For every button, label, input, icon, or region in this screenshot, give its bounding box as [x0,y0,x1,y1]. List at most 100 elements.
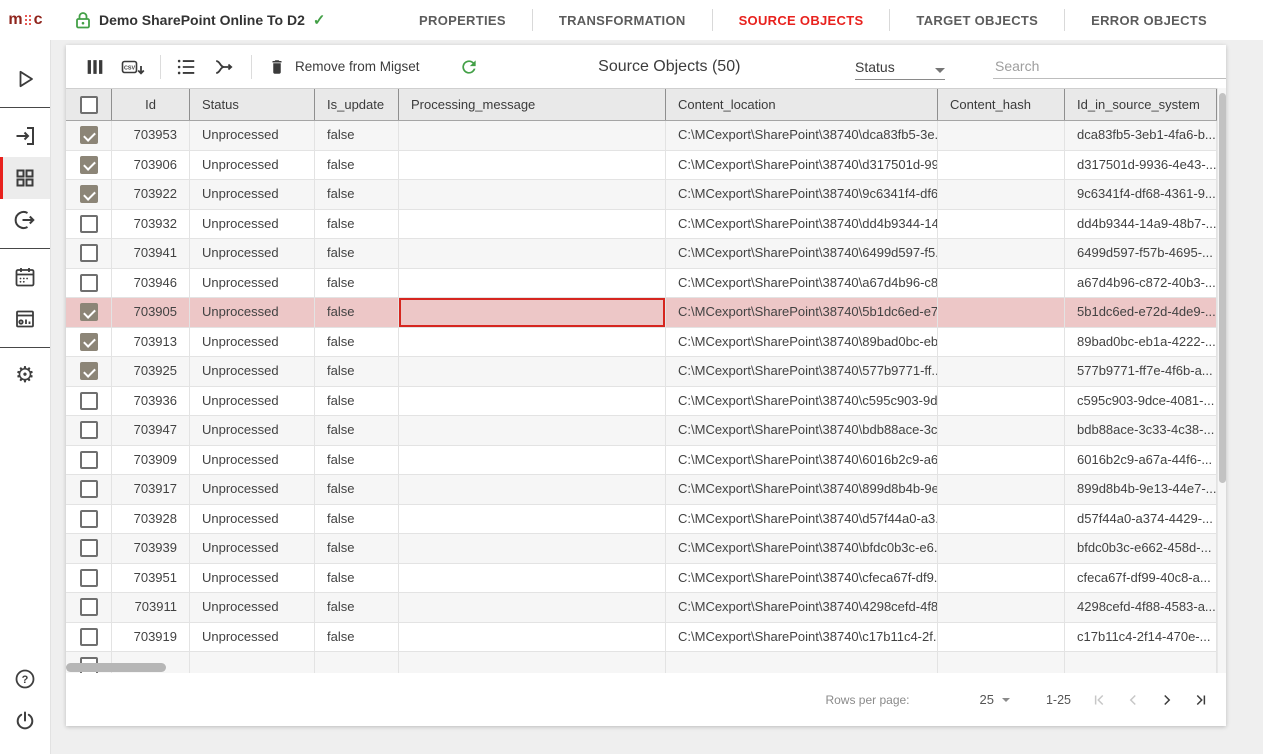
sidebar-item-run[interactable] [0,58,50,100]
cell-content-hash [938,387,1065,416]
vertical-scrollbar-thumb[interactable] [1219,93,1226,483]
row-checkbox[interactable] [80,569,98,587]
row-checkbox[interactable] [80,362,98,380]
table-row[interactable]: 703951 Unprocessed false C:\MCexport\Sha… [66,564,1226,594]
row-checkbox[interactable] [80,628,98,646]
table-row[interactable]: 703911 Unprocessed false C:\MCexport\Sha… [66,593,1226,623]
row-checkbox[interactable] [80,274,98,292]
row-checkbox[interactable] [80,215,98,233]
row-checkbox-cell[interactable] [66,328,112,357]
table-row[interactable]: 703946 Unprocessed false C:\MCexport\Sha… [66,269,1226,299]
rows-per-page-select[interactable]: 25 [980,692,1010,707]
table-row[interactable]: 703947 Unprocessed false C:\MCexport\Sha… [66,416,1226,446]
row-checkbox-cell[interactable] [66,534,112,563]
row-checkbox[interactable] [80,480,98,498]
row-checkbox-cell[interactable] [66,475,112,504]
row-checkbox[interactable] [80,244,98,262]
cell-id-in-source-system: bdb88ace-3c33-4c38-... [1065,416,1217,445]
status-filter-select[interactable]: Status [855,54,945,80]
csv-export-button[interactable]: CSV [118,52,148,82]
column-header-is-update[interactable]: Is_update [315,89,399,120]
table-row[interactable]: 703917 Unprocessed false C:\MCexport\Sha… [66,475,1226,505]
row-checkbox[interactable] [80,510,98,528]
cell-id-in-source-system: d317501d-9936-4e43-... [1065,151,1217,180]
row-checkbox[interactable] [80,303,98,321]
table-row[interactable]: 703922 Unprocessed false C:\MCexport\Sha… [66,180,1226,210]
column-header-content-location[interactable]: Content_location [666,89,938,120]
row-checkbox[interactable] [80,539,98,557]
column-header-id[interactable]: Id [112,89,190,120]
row-checkbox-cell[interactable] [66,121,112,150]
tab-source-objects[interactable]: SOURCE OBJECTS [713,13,890,28]
row-checkbox-cell[interactable] [66,446,112,475]
sidebar-item-scheduler[interactable] [0,256,50,298]
row-checkbox-cell[interactable] [66,151,112,180]
sidebar-item-help[interactable]: ? [0,658,50,700]
column-header-content-hash[interactable]: Content_hash [938,89,1065,120]
row-checkbox[interactable] [80,451,98,469]
row-checkbox-cell[interactable] [66,416,112,445]
table-row[interactable]: 703925 Unprocessed false C:\MCexport\Sha… [66,357,1226,387]
select-all-checkbox[interactable] [80,96,98,114]
row-checkbox[interactable] [80,598,98,616]
row-checkbox-cell[interactable] [66,505,112,534]
row-checkbox-cell[interactable] [66,623,112,652]
row-checkbox[interactable] [80,333,98,351]
row-checkbox[interactable] [80,421,98,439]
remove-from-migset-button[interactable]: Remove from Migset [268,58,420,76]
row-checkbox-cell[interactable] [66,210,112,239]
first-page-button[interactable] [1087,688,1111,712]
column-header-id-in-source-system[interactable]: Id_in_source_system [1065,89,1217,120]
row-checkbox-cell[interactable] [66,593,112,622]
row-checkbox-cell[interactable] [66,298,112,327]
tab-target-objects[interactable]: TARGET OBJECTS [890,13,1064,28]
tab-transformation[interactable]: TRANSFORMATION [533,13,712,28]
row-checkbox[interactable] [80,126,98,144]
table-row[interactable]: 703953 Unprocessed false C:\MCexport\Sha… [66,121,1226,151]
table-row[interactable]: 703928 Unprocessed false C:\MCexport\Sha… [66,505,1226,535]
cell-is-update: false [315,593,399,622]
list-view-button[interactable] [171,52,201,82]
table-row[interactable]: 703906 Unprocessed false C:\MCexport\Sha… [66,151,1226,181]
row-checkbox[interactable] [80,156,98,174]
sidebar-item-jobserver[interactable] [0,298,50,340]
search-input[interactable] [993,54,1226,79]
row-checkbox[interactable] [80,185,98,203]
sidebar-item-logout[interactable] [0,700,50,742]
table-row[interactable]: 703936 Unprocessed false C:\MCexport\Sha… [66,387,1226,417]
choose-columns-button[interactable] [80,52,110,82]
row-checkbox-cell[interactable] [66,180,112,209]
app-logo[interactable]: m c [0,0,51,40]
row-checkbox[interactable] [80,392,98,410]
table-row[interactable]: 703905 Unprocessed false C:\MCexport\Sha… [66,298,1226,328]
previous-page-button[interactable] [1121,688,1145,712]
table-row[interactable]: 703919 Unprocessed false C:\MCexport\Sha… [66,623,1226,653]
sidebar-item-settings[interactable]: ⚙ [0,355,50,397]
horizontal-scrollbar-thumb[interactable] [66,663,166,672]
table-row[interactable]: 703932 Unprocessed false C:\MCexport\Sha… [66,210,1226,240]
cell-id-in-source-system: 4298cefd-4f88-4583-a... [1065,593,1217,622]
sidebar-item-import[interactable] [0,115,50,157]
next-page-button[interactable] [1155,688,1179,712]
tab-properties[interactable]: PROPERTIES [393,13,532,28]
table-row[interactable] [66,652,1226,673]
last-page-button[interactable] [1189,688,1213,712]
table-row[interactable]: 703909 Unprocessed false C:\MCexport\Sha… [66,446,1226,476]
merge-button[interactable] [209,52,239,82]
column-header-status[interactable]: Status [190,89,315,120]
sidebar-item-migsets[interactable] [0,157,50,199]
tab-error-objects[interactable]: ERROR OBJECTS [1065,13,1233,28]
row-checkbox-cell[interactable] [66,564,112,593]
row-checkbox-cell[interactable] [66,387,112,416]
table-row[interactable]: 703913 Unprocessed false C:\MCexport\Sha… [66,328,1226,358]
table-row[interactable]: 703939 Unprocessed false C:\MCexport\Sha… [66,534,1226,564]
select-all-checkbox-cell[interactable] [66,89,112,120]
sidebar-item-export[interactable] [0,199,50,241]
row-checkbox-cell[interactable] [66,239,112,268]
vertical-scrollbar[interactable] [1217,88,1226,673]
refresh-button[interactable] [454,52,484,82]
table-row[interactable]: 703941 Unprocessed false C:\MCexport\Sha… [66,239,1226,269]
row-checkbox-cell[interactable] [66,357,112,386]
column-header-processing-message[interactable]: Processing_message [399,89,666,120]
row-checkbox-cell[interactable] [66,269,112,298]
